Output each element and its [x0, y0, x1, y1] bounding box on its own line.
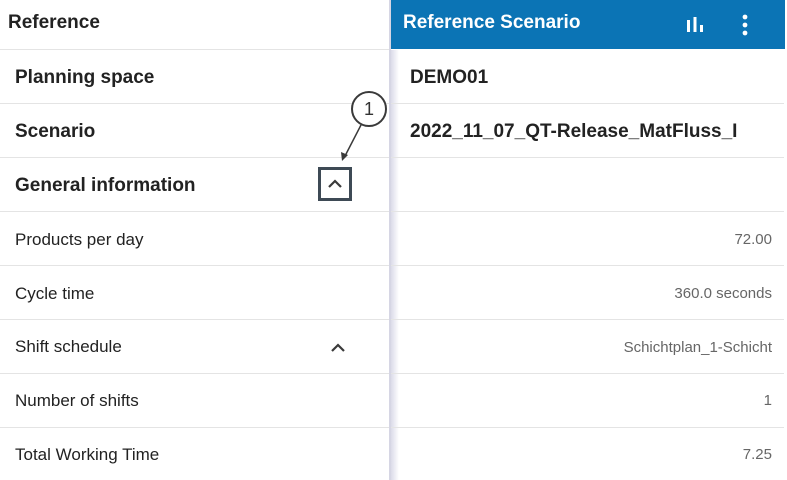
products-per-day-label: Products per day	[15, 230, 144, 249]
number-of-shifts-value: 1	[763, 392, 772, 409]
number-of-shifts-label: Number of shifts	[15, 391, 139, 410]
total-working-time-value: 7.25	[742, 446, 772, 463]
planning-space-value-row: DEMO01	[391, 50, 784, 104]
shift-schedule-value-row: Schichtplan_1-Schicht	[391, 320, 784, 374]
total-working-time-row: Total Working Time	[0, 428, 389, 480]
reference-header-title: Reference	[8, 12, 100, 33]
cycle-time-value: 360.0 seconds	[674, 285, 772, 302]
general-information-row[interactable]: General information	[0, 158, 389, 212]
reference-scenario-header: Reference Scenario	[391, 0, 785, 49]
general-information-label: General information	[15, 175, 196, 196]
chevron-up-icon	[331, 343, 345, 352]
reference-scenario-panel: Reference Scenario DEMO01 2022_11_07_QT-…	[391, 0, 787, 480]
products-per-day-value-row: 72.00	[391, 212, 784, 266]
scenario-row: Scenario	[0, 104, 389, 158]
reference-panel: Reference Planning space Scenario Genera…	[0, 0, 389, 480]
cycle-time-value-row: 360.0 seconds	[391, 266, 784, 320]
more-vertical-icon[interactable]	[732, 12, 758, 38]
number-of-shifts-row: Number of shifts	[0, 374, 389, 428]
planning-space-value: DEMO01	[410, 67, 489, 88]
shift-schedule-collapse-button[interactable]	[321, 330, 355, 364]
cycle-time-label: Cycle time	[15, 284, 95, 303]
scenario-value-row: 2022_11_07_QT-Release_MatFluss_I	[391, 104, 784, 158]
total-working-time-value-row: 7.25	[391, 428, 784, 480]
scenario-value: 2022_11_07_QT-Release_MatFluss_I	[410, 121, 738, 142]
number-of-shifts-value-row: 1	[391, 374, 784, 428]
shift-schedule-label: Shift schedule	[15, 337, 122, 356]
shift-schedule-value: Schichtplan_1-Schicht	[623, 339, 772, 356]
products-per-day-row: Products per day	[0, 212, 389, 266]
shift-schedule-row[interactable]: Shift schedule	[0, 320, 389, 374]
reference-scenario-title: Reference Scenario	[403, 12, 581, 33]
callout-number-badge: 1	[351, 91, 387, 127]
general-information-value-row	[391, 158, 784, 212]
bar-chart-icon[interactable]	[682, 12, 708, 38]
reference-header: Reference	[0, 0, 389, 50]
cycle-time-row: Cycle time	[0, 266, 389, 320]
general-information-collapse-button[interactable]	[318, 167, 352, 201]
chevron-up-icon	[328, 179, 342, 188]
products-per-day-value: 72.00	[734, 231, 772, 248]
planning-space-label: Planning space	[15, 67, 155, 88]
planning-space-row: Planning space	[0, 50, 389, 104]
scenario-label: Scenario	[15, 121, 96, 142]
total-working-time-label: Total Working Time	[15, 445, 160, 464]
